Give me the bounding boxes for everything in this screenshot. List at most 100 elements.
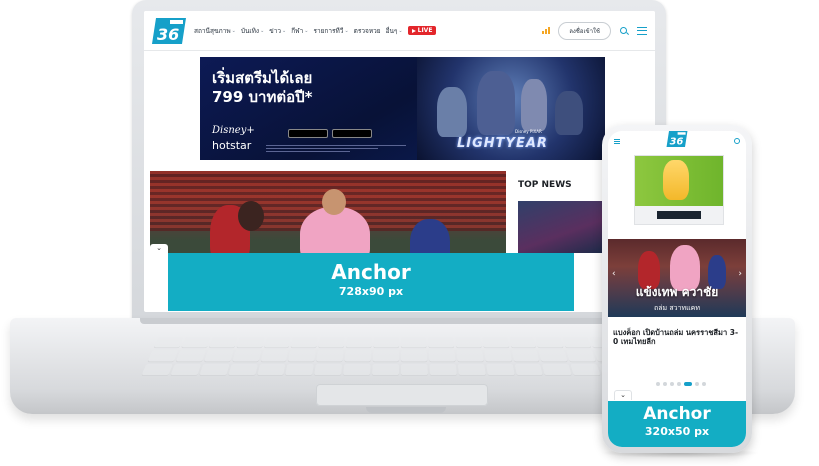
keyboard-key [343, 363, 371, 377]
chevron-down-icon: ⌄ [231, 27, 236, 34]
movie-title: LIGHTYEAR [457, 136, 548, 151]
google-play-badge[interactable] [288, 129, 328, 138]
keyboard-key [198, 363, 230, 377]
banner-headline-1: เริ่มสตรีมได้เลย [212, 69, 313, 87]
article-headline[interactable]: แบงค็อก เปิดบ้านถล่ม นครราชสีมา 3-0 เทมไ… [613, 328, 743, 346]
hamburger-menu-icon[interactable] [614, 138, 620, 144]
phone-screen: 36 ‹ › แข้งเทพ ควาชัย ถล่ม สวาทแคท แบงค็… [608, 131, 746, 447]
hero-caption: แข้งเทพ ควาชัย ถล่ม สวาทแคท [608, 283, 746, 314]
keyboard-key [485, 363, 515, 377]
disney-hotstar-banner-ad[interactable]: เริ่มสตรีมได้เลย 799 บาทต่อปี* Disney+ h… [200, 57, 605, 160]
ad-image [635, 156, 723, 206]
app-store-badges [288, 129, 372, 138]
laptop-screen: 36 สถานีสุขภาพ ⌄ บันเทิง ⌄ ข่าว ⌄ กีฬา ⌄ ราย… [144, 11, 655, 312]
app-store-badge[interactable] [332, 129, 372, 138]
carousel-dot[interactable] [656, 382, 660, 386]
hero-title: แข้งเทพ ควาชัย [635, 285, 719, 299]
keyboard-key [290, 337, 319, 349]
phone-display-ad[interactable] [634, 155, 724, 225]
carousel-dot[interactable] [695, 382, 699, 386]
keyboard-key [481, 337, 510, 349]
hero-article-image[interactable] [150, 171, 506, 253]
top-news-heading: TOP NEWS [518, 180, 572, 190]
top-news-thumbnail[interactable] [518, 201, 602, 253]
laptop-trackpad [316, 384, 488, 406]
live-button[interactable]: LIVE [407, 26, 437, 35]
keyboard-key [514, 363, 544, 377]
nav-item-entertainment[interactable]: บันเทิง ⌄ [241, 26, 264, 36]
phone-hero-article[interactable]: ‹ › แข้งเทพ ควาชัย ถล่ม สวาทแคท [608, 239, 746, 317]
carousel-dot[interactable] [702, 382, 706, 386]
carousel-next-icon[interactable]: › [738, 269, 742, 279]
keyboard-key [314, 363, 343, 377]
keyboard-key [456, 350, 484, 362]
keyboard-key [175, 350, 206, 362]
keyboard-key [318, 337, 346, 349]
keyboard-key [535, 337, 565, 349]
ad-cta-button[interactable] [657, 211, 701, 219]
stats-icon [542, 27, 551, 34]
banner-headline-2: 799 บาทต่อปี* [212, 88, 313, 106]
carousel-dots [656, 382, 706, 386]
anchor-ad-mobile[interactable]: Anchor 320x50 px [608, 401, 746, 447]
pptv36-logo[interactable]: 36 [666, 131, 688, 151]
chevron-down-icon: ⌄ [260, 27, 265, 34]
nav-item-health[interactable]: สถานีสุขภาพ ⌄ [194, 26, 236, 36]
svg-text:36: 36 [157, 25, 179, 44]
keyboard-key [454, 337, 482, 349]
svg-text:36: 36 [670, 137, 684, 147]
keyboard-key [562, 337, 592, 349]
banner-text-panel: เริ่มสตรีมได้เลย 799 บาทต่อปี* Disney+ h… [200, 57, 417, 160]
keyboard-key [256, 363, 286, 377]
nav-item-sports[interactable]: กีฬา ⌄ [291, 26, 308, 36]
carousel-dot[interactable] [663, 382, 667, 386]
keyboard-key [235, 337, 265, 349]
carousel-dot[interactable] [670, 382, 674, 386]
nav-item-lottery[interactable]: ตรวจหวย [354, 26, 381, 36]
anchor-ad-size: 320x50 px [644, 425, 710, 438]
keyboard-key [483, 350, 512, 362]
collapse-anchor-chevron-icon[interactable]: ⌄ [614, 390, 632, 400]
carousel-dot[interactable] [677, 382, 681, 386]
nav-item-news[interactable]: ข่าว ⌄ [269, 26, 286, 36]
chevron-down-icon: ⌄ [344, 27, 349, 34]
keyboard-key [153, 337, 184, 349]
keyboard-key [372, 363, 399, 377]
anchor-ad-size: 728x90 px [338, 285, 404, 298]
keyboard-key [285, 363, 315, 377]
keyboard-key [566, 350, 597, 362]
keyboard-key [180, 337, 211, 349]
keyboard-key [400, 337, 427, 349]
keyboard-key [147, 350, 179, 362]
keyboard-key [208, 337, 238, 349]
carousel-dot-active[interactable] [684, 382, 692, 386]
search-icon[interactable] [734, 138, 740, 144]
hamburger-menu-icon[interactable] [637, 26, 647, 36]
anchor-ad-title: Anchor [331, 260, 411, 284]
keyboard-key [288, 350, 317, 362]
keyboard-key [542, 363, 573, 377]
login-button[interactable]: ลงชื่อเข้าใช้ [558, 21, 611, 40]
nav-item-tv-programs[interactable]: รายการทีวี ⌄ [313, 26, 348, 36]
keyboard-key [372, 350, 400, 362]
keyboard-key [227, 363, 258, 377]
hero-subtitle: ถล่ม สวาทแคท [654, 304, 700, 312]
keyboard-key [401, 363, 428, 377]
keyboard-key [400, 350, 428, 362]
phone-header: 36 [608, 131, 746, 151]
header-actions: ลงชื่อเข้าใช้ [542, 21, 647, 40]
phone-frame: 36 ‹ › แข้งเทพ ควาชัย ถล่ม สวาทแคท แบงค็… [602, 125, 752, 453]
laptop-hinge [140, 318, 660, 324]
carousel-prev-icon[interactable]: ‹ [612, 269, 616, 279]
search-icon[interactable] [619, 26, 629, 36]
chevron-down-icon: ⌄ [398, 27, 403, 34]
keyboard-key [345, 337, 373, 349]
pptv36-logo[interactable]: 36 [152, 17, 186, 44]
keyboard-key [429, 363, 457, 377]
anchor-ad-desktop[interactable]: Anchor 728x90 px [168, 253, 574, 311]
play-icon [411, 28, 416, 33]
collapse-anchor-chevron-icon[interactable]: ⌄ [150, 244, 168, 253]
laptop-notch [366, 407, 446, 413]
nav-item-more[interactable]: อื่นๆ ⌄ [386, 26, 403, 36]
main-nav: สถานีสุขภาพ ⌄ บันเทิง ⌄ ข่าว ⌄ กีฬา ⌄ รายการ… [194, 26, 542, 36]
